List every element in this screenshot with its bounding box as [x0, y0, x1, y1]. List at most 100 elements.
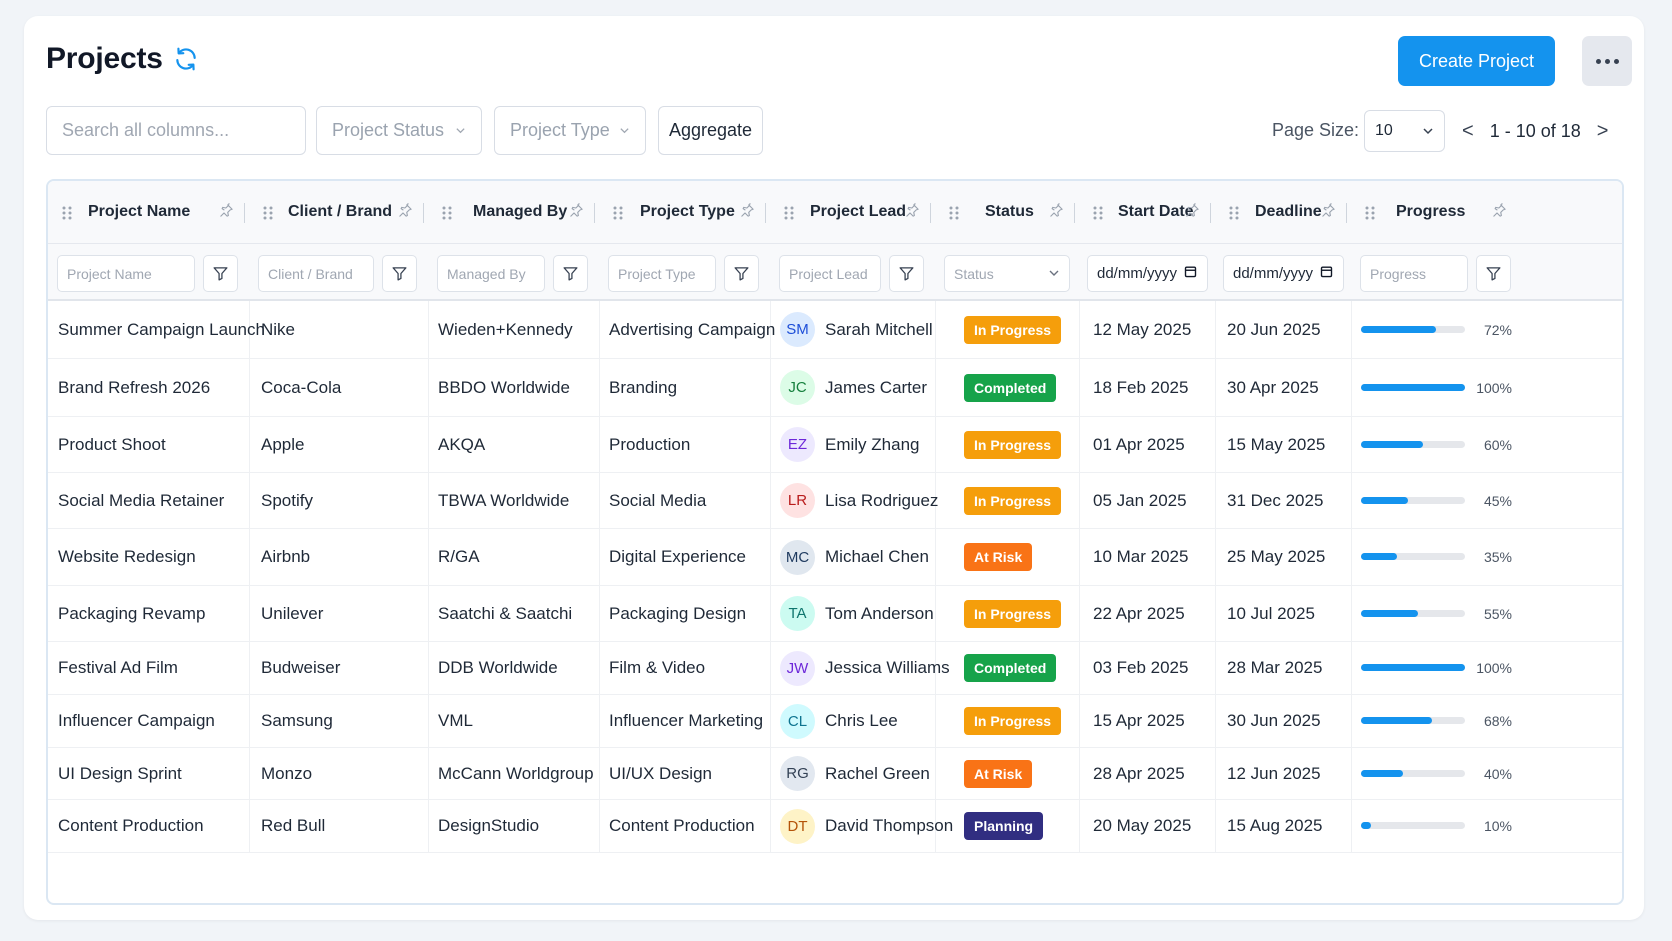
- drag-handle-icon[interactable]: [949, 205, 959, 221]
- cell-progress: 72%: [1351, 301, 1522, 358]
- table-row[interactable]: Product Shoot Apple AKQA Production EZ Emily …: [48, 417, 1622, 473]
- column-divider: [428, 800, 429, 852]
- cell-name: Festival Ad Film: [58, 658, 178, 677]
- filter-icon[interactable]: [1476, 255, 1511, 292]
- column-divider: [599, 529, 600, 585]
- progress-percent: 35%: [1483, 549, 1512, 565]
- table-row[interactable]: Brand Refresh 2026 Coca-Cola BBDO Worldwid…: [48, 359, 1622, 417]
- filter-select-status[interactable]: Status: [944, 255, 1070, 292]
- pin-icon[interactable]: [398, 203, 413, 218]
- table-row[interactable]: Content Production Red Bull DesignStudio Co…: [48, 800, 1622, 853]
- progress-bar-fill: [1361, 609, 1419, 617]
- pin-icon[interactable]: [740, 203, 755, 218]
- table-row[interactable]: Website Redesign Airbnb R/GA Digital Experi…: [48, 529, 1622, 586]
- column-divider: [770, 748, 771, 799]
- progress-bar: [1361, 769, 1465, 777]
- column-resize-handle[interactable]: [1074, 203, 1075, 223]
- drag-handle-icon[interactable]: [613, 205, 623, 221]
- column-header-client[interactable]: Client / Brand: [249, 181, 428, 244]
- column-divider: [428, 417, 429, 472]
- drag-handle-icon[interactable]: [62, 205, 72, 221]
- column-divider: [935, 748, 936, 799]
- filter-input-managed[interactable]: Managed By: [437, 255, 545, 292]
- column-header-lead[interactable]: Project Lead: [770, 181, 935, 244]
- project-status-filter[interactable]: Project Status: [316, 106, 482, 155]
- column-resize-handle[interactable]: [1210, 203, 1211, 223]
- page-title: Projects: [46, 42, 163, 75]
- chevron-down-icon: [456, 128, 465, 134]
- lead-name: Tom Anderson: [825, 603, 934, 623]
- table-row[interactable]: Social Media Retainer Spotify TBWA Worldwi…: [48, 473, 1622, 529]
- table-row[interactable]: Packaging Revamp Unilever Saatchi & Saatch…: [48, 586, 1622, 642]
- progress-bar-fill: [1361, 383, 1465, 391]
- filter-input-lead[interactable]: Project Lead: [779, 255, 881, 292]
- create-project-button[interactable]: Create Project: [1398, 36, 1555, 86]
- filter-row: Project Name Client / Brand Managed By Proj…: [48, 244, 1622, 301]
- drag-handle-icon[interactable]: [1093, 205, 1103, 221]
- search-input[interactable]: [62, 120, 290, 141]
- avatar: MC: [780, 539, 815, 575]
- pin-icon[interactable]: [1049, 203, 1064, 218]
- column-header-status[interactable]: Status: [935, 181, 1079, 244]
- cell-name: Website Redesign: [58, 547, 196, 566]
- refresh-icon[interactable]: [173, 46, 199, 72]
- calendar-icon[interactable]: [1319, 264, 1334, 283]
- column-resize-handle[interactable]: [930, 203, 931, 223]
- page-size-select[interactable]: 10: [1364, 110, 1445, 152]
- column-resize-handle[interactable]: [244, 203, 245, 223]
- lead-name: Michael Chen: [825, 547, 929, 566]
- filter-date-start[interactable]: dd/mm/yyyy: [1087, 255, 1208, 292]
- column-resize-handle[interactable]: [765, 203, 766, 223]
- drag-handle-icon[interactable]: [263, 205, 273, 221]
- table-row[interactable]: Festival Ad Film Budweiser DDB Worldwide Fi…: [48, 642, 1622, 695]
- pin-icon[interactable]: [219, 203, 234, 218]
- more-options-button[interactable]: [1582, 36, 1632, 86]
- filter-icon[interactable]: [889, 255, 924, 292]
- next-page-button[interactable]: >: [1597, 120, 1609, 143]
- filter-icon[interactable]: [382, 255, 417, 292]
- table-row[interactable]: Influencer Campaign Samsung VML Influencer …: [48, 695, 1622, 748]
- filter-icon[interactable]: [203, 255, 238, 292]
- prev-page-button[interactable]: <: [1462, 120, 1474, 143]
- drag-handle-icon[interactable]: [1229, 205, 1239, 221]
- progress-percent: 10%: [1483, 818, 1512, 834]
- filter-input-progress[interactable]: Progress: [1360, 255, 1468, 292]
- drag-handle-icon[interactable]: [1365, 205, 1375, 221]
- filter-icon[interactable]: [553, 255, 588, 292]
- cell-deadline: 12 Jun 2025: [1227, 763, 1321, 783]
- cell-type: Social Media: [609, 490, 707, 510]
- cell-name: Brand Refresh 2026: [58, 377, 211, 397]
- progress-bar: [1361, 822, 1465, 829]
- table-row[interactable]: Summer Campaign Launch Nike Wieden+Kennedy…: [48, 301, 1622, 359]
- column-resize-handle[interactable]: [1346, 203, 1347, 223]
- column-header-name[interactable]: Project Name: [48, 181, 249, 244]
- search-field[interactable]: [46, 106, 306, 155]
- aggregate-button[interactable]: Aggregate: [658, 106, 763, 155]
- column-divider: [1079, 301, 1080, 358]
- filter-input-type[interactable]: Project Type: [608, 255, 716, 292]
- column-header-managed[interactable]: Managed By: [428, 181, 599, 244]
- calendar-icon[interactable]: [1183, 264, 1198, 283]
- column-header-deadline[interactable]: Deadline: [1215, 181, 1351, 244]
- cell-start-date: 05 Jan 2025: [1093, 490, 1187, 510]
- pin-icon[interactable]: [1321, 203, 1336, 218]
- pin-icon[interactable]: [905, 203, 920, 218]
- filter-icon[interactable]: [724, 255, 759, 292]
- filter-date-deadline[interactable]: dd/mm/yyyy: [1223, 255, 1344, 292]
- drag-handle-icon[interactable]: [442, 205, 452, 221]
- column-resize-handle[interactable]: [594, 203, 595, 223]
- column-resize-handle[interactable]: [423, 203, 424, 223]
- column-header-type[interactable]: Project Type: [599, 181, 770, 244]
- filter-input-client[interactable]: Client / Brand: [258, 255, 374, 292]
- filter-input-name[interactable]: Project Name: [57, 255, 195, 292]
- drag-handle-icon[interactable]: [784, 205, 794, 221]
- pin-icon[interactable]: [569, 203, 584, 218]
- pin-icon[interactable]: [1185, 203, 1200, 218]
- column-header-progress[interactable]: Progress: [1351, 181, 1522, 244]
- column-header-start[interactable]: Start Date: [1079, 181, 1215, 244]
- column-divider: [1079, 642, 1080, 694]
- pin-icon[interactable]: [1492, 203, 1507, 218]
- project-type-filter[interactable]: Project Type: [494, 106, 646, 155]
- column-divider: [1215, 695, 1216, 747]
- table-row[interactable]: UI Design Sprint Monzo McCann Worldgroup UI…: [48, 748, 1622, 800]
